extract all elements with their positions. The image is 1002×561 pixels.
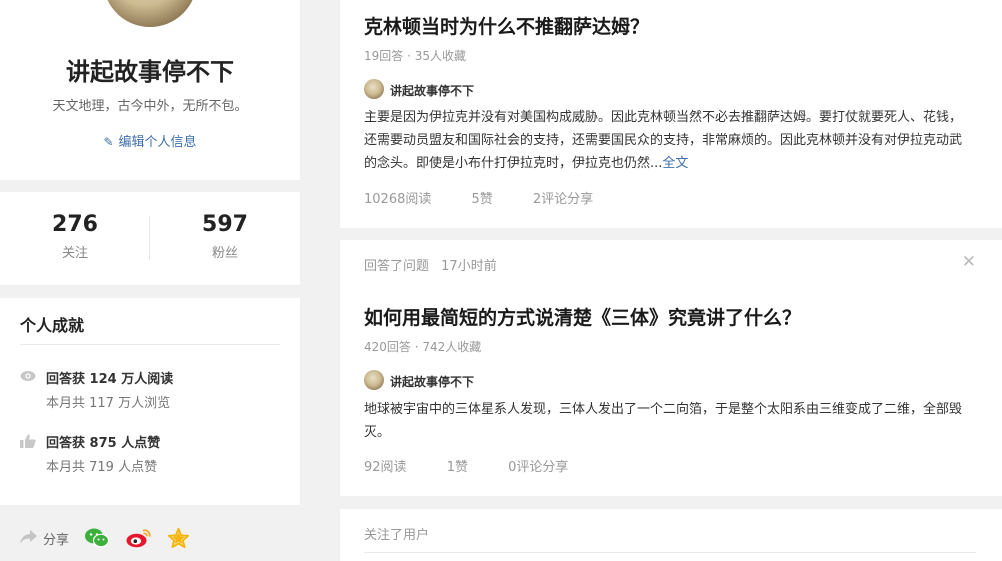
achievements-title: 个人成就	[20, 316, 85, 335]
answer-excerpt: 地球被宇宙中的三体星系人发现，三体人发出了一个二向箔，于是整个太阳系由三维变成了…	[364, 398, 970, 444]
read-count: 92阅读	[364, 460, 407, 475]
following-stat[interactable]: 276 关注	[0, 212, 150, 261]
read-count: 10268阅读	[364, 192, 432, 207]
achievements-card: 个人成就 回答获 124 万人阅读 本月共 117 万人浏览 回答获 875 人…	[0, 298, 300, 505]
followers-stat[interactable]: 597 粉丝	[150, 212, 300, 261]
share-button[interactable]: 分享	[567, 188, 593, 207]
author-avatar	[364, 79, 384, 99]
star-icon[interactable]	[167, 527, 190, 552]
achievement-sub: 本月共 719 人点赞	[46, 460, 158, 475]
achievement-main: 回答获 124 万人阅读	[46, 372, 174, 387]
comment-button[interactable]: 0评论	[508, 456, 542, 475]
edit-profile-link[interactable]: ✎ 编辑个人信息	[0, 131, 300, 150]
comment-button[interactable]: 2评论	[533, 188, 567, 207]
activity-header: 回答了问题 17小时前	[364, 255, 497, 274]
divider	[20, 344, 280, 345]
close-icon[interactable]: ✕	[962, 252, 976, 272]
feed-card-follow: 关注了用户	[340, 509, 1002, 561]
read-more-link[interactable]: 全文	[662, 156, 688, 171]
like-button[interactable]: 5赞	[472, 188, 493, 207]
author-avatar	[364, 370, 384, 390]
like-button[interactable]: 1赞	[447, 456, 468, 475]
following-label: 关注	[61, 246, 88, 261]
question-meta: 19回答 · 35人收藏	[364, 49, 466, 63]
answer-excerpt: 主要是因为伊拉克并没有对美国构成威胁。因此克林顿当然不必去推翻萨达姆。要打仗就要…	[364, 106, 970, 175]
profile-avatar[interactable]	[100, 0, 200, 30]
weibo-icon[interactable]	[126, 528, 152, 552]
eye-icon	[20, 370, 36, 384]
stats-card: 276 关注 597 粉丝	[0, 192, 300, 285]
author-name: 讲起故事停不下	[390, 84, 475, 98]
answer-actions: 10268阅读 5赞 2评论分享	[364, 188, 593, 207]
feed-card-answer-1: 克林顿当时为什么不推翻萨达姆？ 19回答 · 35人收藏 讲起故事停不下 主要是…	[340, 0, 1002, 228]
achievement-main: 回答获 875 人点赞	[46, 436, 161, 451]
activity-header: 关注了用户	[364, 524, 429, 543]
share-button[interactable]: 分享	[542, 456, 568, 475]
feed-card-answer-2: 回答了问题 17小时前 ✕ 如何用最简短的方式说清楚《三体》究竟讲了什么？ 42…	[340, 240, 1002, 496]
profile-card: 讲起故事停不下 天文地理，古今中外，无所不包。 ✎ 编辑个人信息	[0, 0, 300, 180]
following-count: 276	[52, 212, 98, 237]
activity-time: 17小时前	[441, 259, 497, 274]
question-title[interactable]: 克林顿当时为什么不推翻萨达姆？	[364, 12, 649, 39]
activity-type: 关注了用户	[364, 528, 430, 543]
share-bar: 分享	[0, 518, 300, 561]
author-name: 讲起故事停不下	[390, 375, 475, 389]
share-label[interactable]: 分享	[43, 529, 69, 548]
answer-text: 地球被宇宙中的三体星系人发现，三体人发出了一个二向箔，于是整个太阳系由三维变成了…	[364, 402, 963, 440]
edit-profile-label: 编辑个人信息	[118, 135, 197, 150]
answer-actions: 92阅读 1赞 0评论分享	[364, 456, 568, 475]
activity-type: 回答了问题	[364, 259, 430, 274]
profile-bio: 天文地理，古今中外，无所不包。	[52, 99, 248, 114]
followers-count: 597	[202, 212, 248, 237]
question-meta: 420回答 · 742人收藏	[364, 340, 482, 354]
profile-name: 讲起故事停不下	[66, 58, 234, 86]
followers-label: 粉丝	[211, 246, 238, 261]
pencil-icon: ✎	[103, 135, 114, 149]
divider	[364, 552, 976, 553]
question-title[interactable]: 如何用最简短的方式说清楚《三体》究竟讲了什么？	[364, 303, 801, 330]
achievement-sub: 本月共 117 万人浏览	[46, 396, 171, 411]
thumbs-up-icon	[20, 434, 36, 448]
share-arrow-icon[interactable]	[20, 529, 37, 548]
wechat-icon[interactable]	[85, 528, 110, 552]
